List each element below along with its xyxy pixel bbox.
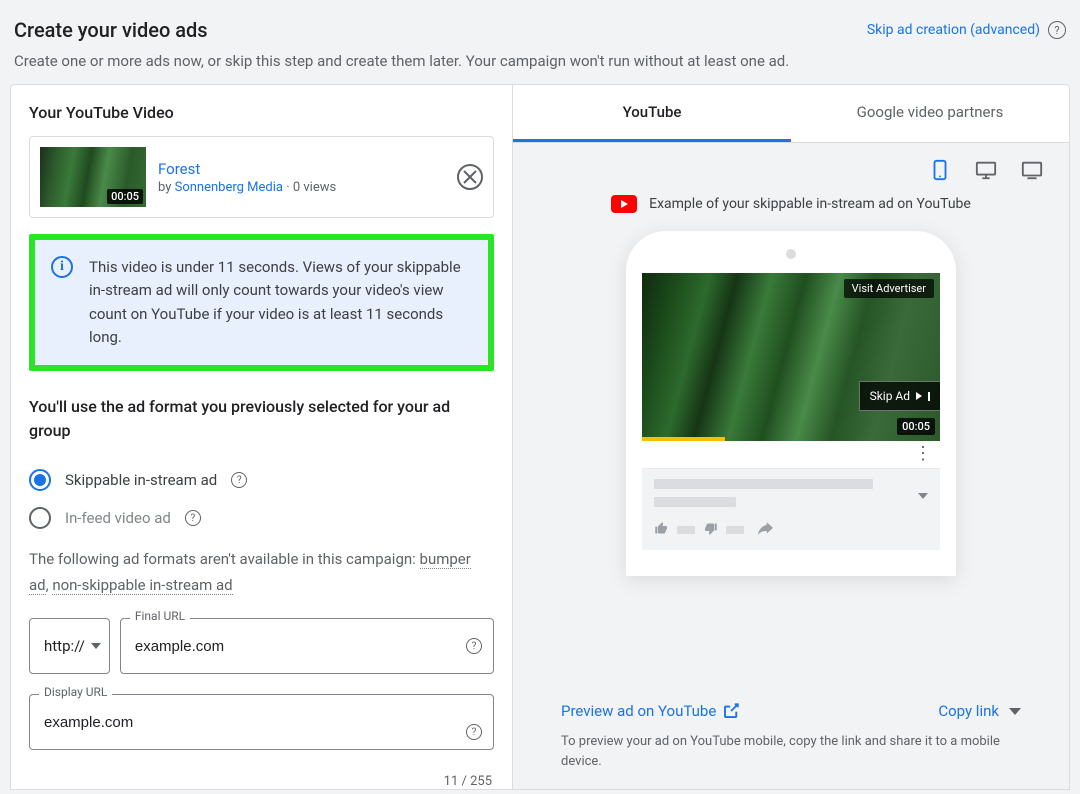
display-url-label: Display URL (39, 685, 112, 699)
radio-label: Skippable in-stream ad (65, 471, 217, 489)
non-skippable-tooltip[interactable]: non-skippable in-stream ad (52, 576, 232, 595)
radio-label: In-feed video ad (65, 509, 171, 527)
skip-ad-creation-link[interactable]: Skip ad creation (advanced) (867, 22, 1040, 38)
skip-ad-button[interactable]: Skip Ad (859, 381, 940, 411)
video-player-preview: Visit Advertiser Skip Ad 00:05 (642, 273, 940, 441)
help-icon[interactable]: ? (185, 510, 201, 526)
video-title-link[interactable]: Forest (158, 160, 445, 178)
placeholder-line (677, 526, 695, 534)
help-icon[interactable]: ? (1048, 21, 1066, 39)
play-next-icon (916, 392, 922, 400)
final-url-input[interactable] (120, 618, 494, 674)
ad-format-heading: You'll use the ad format you previously … (29, 395, 494, 443)
chevron-down-icon (91, 643, 101, 649)
device-mobile-icon[interactable] (927, 159, 953, 181)
unavailable-prefix: The following ad formats aren't availabl… (29, 550, 420, 568)
video-byline: by Sonnenberg Media · 0 views (158, 180, 445, 195)
ad-progress-bar (642, 437, 725, 441)
help-icon[interactable]: ? (466, 724, 482, 740)
device-tv-icon[interactable] (1019, 159, 1045, 181)
unavailable-formats-text: The following ad formats aren't availabl… (29, 547, 494, 598)
placeholder-line (654, 497, 736, 507)
skip-ad-label: Skip Ad (870, 389, 910, 403)
display-url-input[interactable] (29, 694, 494, 750)
radio-icon (29, 507, 51, 529)
phone-preview-frame: Visit Advertiser Skip Ad 00:05 ⋮ (626, 231, 956, 576)
device-desktop-icon[interactable] (973, 159, 999, 181)
thumbs-up-icon[interactable] (654, 521, 669, 540)
tab-youtube[interactable]: YouTube (513, 85, 791, 142)
thumbs-down-icon[interactable] (703, 521, 718, 540)
preview-on-youtube-link[interactable]: Preview ad on YouTube (561, 702, 740, 720)
page-title: Create your video ads (14, 18, 208, 42)
remove-video-button[interactable] (457, 164, 483, 190)
help-icon[interactable]: ? (231, 472, 247, 488)
radio-icon (29, 469, 51, 491)
help-icon[interactable]: ? (466, 638, 482, 654)
display-url-char-count: 11 / 255 (29, 774, 494, 789)
chevron-down-icon[interactable] (918, 493, 928, 499)
page-subtitle: Create one or more ads now, or skip this… (14, 52, 1066, 70)
share-icon[interactable] (758, 521, 773, 539)
preview-help-text: To preview your ad on YouTube mobile, co… (561, 732, 1021, 771)
video-thumbnail[interactable]: 00:05 (40, 147, 146, 207)
info-highlight: i This video is under 11 seconds. Views … (29, 234, 494, 371)
placeholder-line (726, 526, 744, 534)
youtube-icon (611, 195, 637, 213)
chevron-down-icon (1009, 708, 1021, 715)
copy-link-dropdown[interactable]: Copy link (938, 702, 1021, 720)
protocol-value: http:// (44, 637, 85, 655)
visit-advertiser-overlay[interactable]: Visit Advertiser (844, 279, 934, 298)
your-video-heading: Your YouTube Video (29, 103, 494, 122)
preview-caption: Example of your skippable in-stream ad o… (649, 196, 971, 212)
radio-in-feed-video[interactable]: In-feed video ad ? (29, 499, 494, 537)
tab-google-video-partners[interactable]: Google video partners (791, 85, 1069, 142)
more-options-icon[interactable]: ⋮ (642, 441, 940, 468)
external-link-icon (722, 702, 740, 720)
preview-link-label: Preview ad on YouTube (561, 702, 716, 720)
views-sep: · (283, 180, 293, 195)
play-next-icon (928, 392, 930, 401)
thumbnail-duration: 00:05 (107, 189, 143, 204)
copy-link-label: Copy link (938, 702, 999, 720)
video-card: 00:05 Forest by Sonnenberg Media · 0 vie… (29, 136, 494, 218)
by-prefix: by (158, 180, 175, 195)
info-icon: i (51, 256, 73, 278)
phone-speaker-icon (786, 249, 796, 259)
radio-skippable-in-stream[interactable]: Skippable in-stream ad ? (29, 461, 494, 499)
view-count: 0 views (293, 180, 336, 195)
final-url-label: Final URL (130, 609, 190, 623)
protocol-select[interactable]: http:// (29, 618, 110, 674)
placeholder-line (654, 479, 873, 489)
channel-link[interactable]: Sonnenberg Media (175, 180, 283, 195)
player-duration: 00:05 (897, 418, 935, 435)
info-message: This video is under 11 seconds. Views of… (89, 256, 472, 349)
